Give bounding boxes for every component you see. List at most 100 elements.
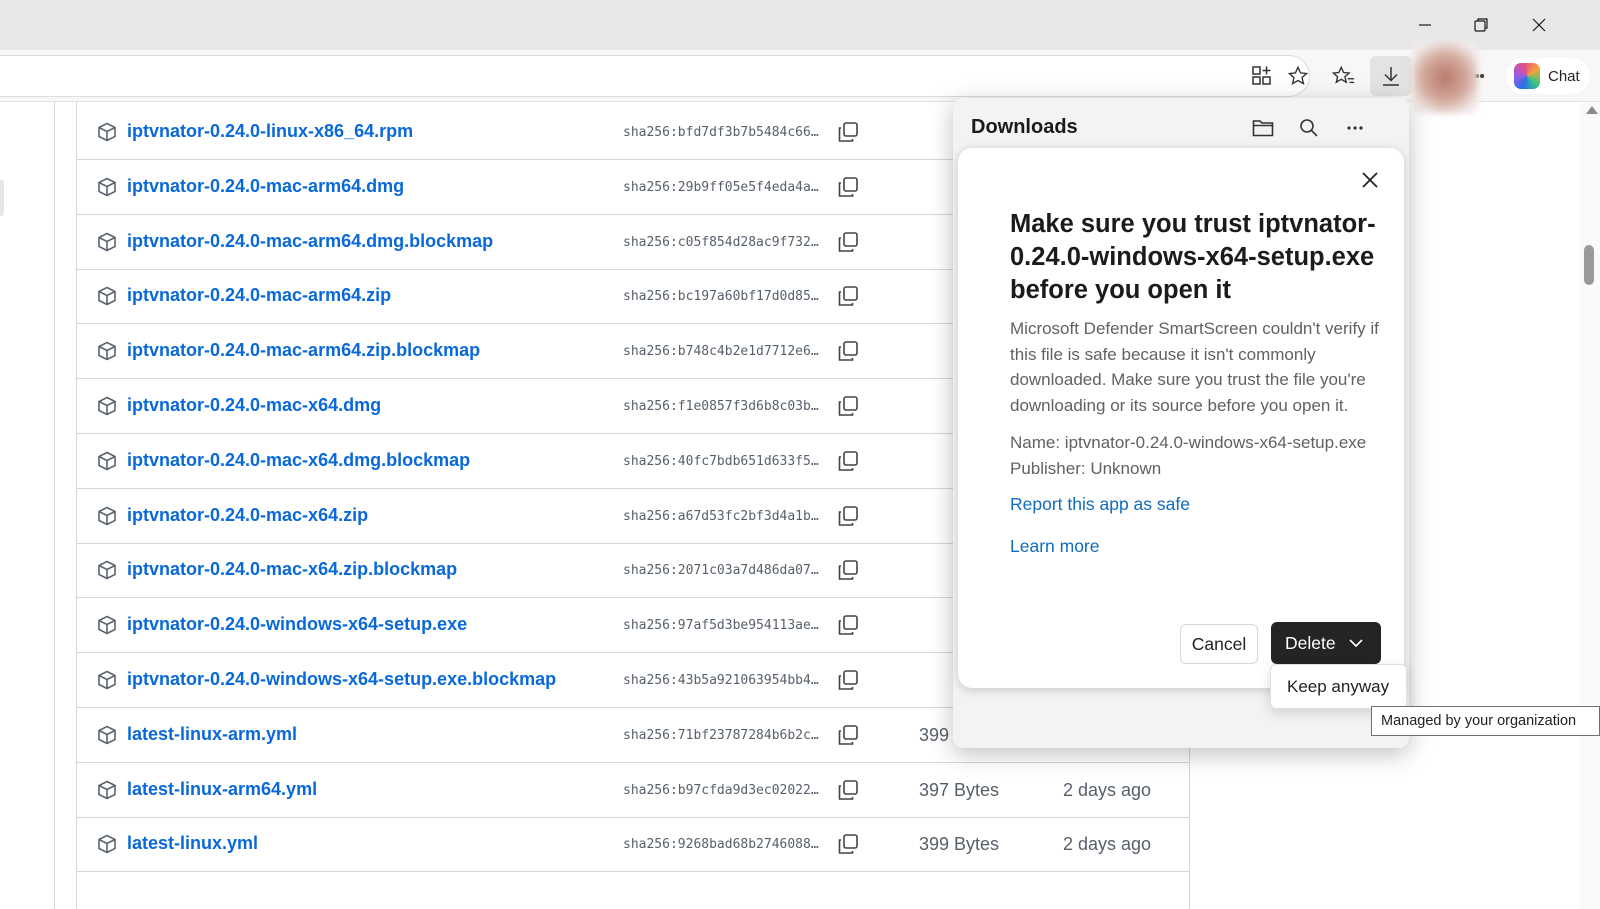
- downloads-more-button[interactable]: [1341, 114, 1369, 142]
- copy-icon[interactable]: [837, 669, 861, 693]
- asset-file-link[interactable]: iptvnator-0.24.0-windows-x64-setup.exe: [127, 614, 467, 635]
- search-icon: [1300, 119, 1318, 137]
- copy-icon[interactable]: [837, 395, 861, 419]
- asset-date: 2 days ago: [1063, 779, 1152, 800]
- sidebar-divider: [54, 102, 55, 909]
- warning-body: Microsoft Defender SmartScreen couldn't …: [1010, 319, 1379, 415]
- asset-hash: sha256:40fc7bdb651d633f5…: [623, 453, 819, 469]
- asset-hash: sha256:c05f854d28ac9f732…: [623, 234, 819, 250]
- asset-hash: sha256:9268bad68b2746088…: [623, 837, 819, 853]
- title-bar: [0, 0, 1600, 50]
- asset-hash: sha256:71bf23787284b6b2c…: [623, 727, 819, 743]
- scroll-up-arrow[interactable]: [1586, 106, 1598, 114]
- asset-file-link[interactable]: iptvnator-0.24.0-mac-arm64.zip.blockmap: [127, 340, 480, 361]
- download-icon: [1383, 67, 1399, 86]
- asset-size: 399 Bytes: [919, 834, 1000, 855]
- asset-file-link[interactable]: iptvnator-0.24.0-mac-x64.dmg: [127, 395, 381, 416]
- smartscreen-warning-card: Make sure you trust iptvnator-0.24.0-win…: [958, 148, 1404, 688]
- package-icon: [97, 122, 117, 142]
- warning-heading: Make sure you trust iptvnator-0.24.0-win…: [1010, 210, 1376, 304]
- search-downloads-button[interactable]: [1295, 114, 1323, 142]
- package-icon: [97, 834, 117, 854]
- keep-anyway-menu-item[interactable]: Keep anyway: [1270, 664, 1407, 709]
- close-icon: [1532, 18, 1546, 32]
- favorites-button[interactable]: [1330, 62, 1358, 90]
- copy-icon[interactable]: [837, 121, 861, 145]
- asset-file-link[interactable]: latest-linux-arm64.yml: [127, 779, 317, 800]
- copy-icon[interactable]: [837, 340, 861, 364]
- asset-file-link[interactable]: iptvnator-0.24.0-windows-x64-setup.exe.b…: [127, 669, 556, 690]
- copilot-chat-button[interactable]: Chat: [1506, 58, 1590, 94]
- downloads-icon-wrap: [1377, 62, 1405, 90]
- copy-icon[interactable]: [837, 833, 861, 857]
- delete-dropdown-button[interactable]: Delete: [1271, 622, 1381, 664]
- dismiss-warning-button[interactable]: [1356, 166, 1384, 194]
- chevron-down-icon: [1349, 639, 1363, 648]
- asset-file-link[interactable]: iptvnator-0.24.0-linux-x86_64.rpm: [127, 121, 413, 142]
- favorites-list-icon: [1332, 65, 1355, 84]
- copy-icon[interactable]: [837, 559, 861, 583]
- address-bar[interactable]: [0, 55, 1310, 97]
- asset-row: latest-linux-arm64.yml sha256:b97cfda9d3e…: [77, 763, 1189, 818]
- copy-icon[interactable]: [837, 505, 861, 529]
- scrollbar-thumb[interactable]: [1584, 245, 1594, 285]
- package-icon: [97, 286, 117, 306]
- asset-file-link[interactable]: iptvnator-0.24.0-mac-x64.dmg.blockmap: [127, 450, 470, 471]
- asset-file-link[interactable]: latest-linux.yml: [127, 833, 258, 854]
- more-icon: [1347, 126, 1363, 130]
- asset-hash: sha256:a67d53fc2bf3d4a1b…: [623, 508, 819, 524]
- delete-label: Delete: [1285, 632, 1336, 653]
- asset-file-link[interactable]: iptvnator-0.24.0-mac-arm64.dmg: [127, 176, 404, 197]
- open-downloads-folder-button[interactable]: [1249, 114, 1277, 142]
- asset-row: latest-linux.yml sha256:9268bad68b2746088…: [77, 817, 1189, 873]
- asset-hash: sha256:b748c4b2e1d7712e6…: [623, 344, 819, 360]
- asset-file-link[interactable]: iptvnator-0.24.0-mac-x64.zip: [127, 505, 368, 526]
- profile-avatar[interactable]: [1412, 42, 1478, 114]
- asset-hash: sha256:43b5a921063954bb4…: [623, 673, 819, 688]
- copy-icon[interactable]: [837, 176, 861, 200]
- restore-icon: [1474, 18, 1488, 32]
- asset-hash: sha256:bc197a60bf17d0d85…: [623, 289, 819, 305]
- package-icon: [97, 451, 117, 471]
- managed-tooltip: Managed by your organization: [1371, 706, 1600, 736]
- package-icon: [97, 341, 117, 361]
- apps-add-icon: [1252, 66, 1271, 85]
- asset-hash: sha256:f1e0857f3d6b8c03b…: [623, 399, 819, 414]
- app-available-button[interactable]: [1248, 62, 1276, 90]
- cancel-button[interactable]: Cancel: [1180, 624, 1258, 664]
- favorite-button[interactable]: [1284, 62, 1312, 90]
- asset-hash: sha256:b97cfda9d3ec02022…: [623, 782, 819, 798]
- copy-icon[interactable]: [837, 779, 861, 803]
- close-icon: [1362, 172, 1378, 188]
- chat-label: Chat: [1548, 67, 1580, 85]
- package-icon: [97, 725, 117, 745]
- publisher-line: Publisher: Unknown: [1010, 458, 1162, 478]
- package-icon: [97, 232, 117, 252]
- package-icon: [97, 670, 117, 690]
- copilot-icon: [1514, 63, 1540, 89]
- asset-size: 397 Bytes: [919, 779, 1000, 800]
- copy-icon[interactable]: [837, 724, 861, 748]
- asset-file-link[interactable]: iptvnator-0.24.0-mac-arm64.zip: [127, 285, 391, 306]
- downloads-title: Downloads: [971, 116, 1078, 138]
- asset-hash: sha256:2071c03a7d486da07…: [623, 563, 819, 579]
- sidebar-edge: [0, 180, 4, 216]
- file-details: Name: iptvnator-0.24.0-windows-x64-setup…: [1010, 430, 1390, 481]
- package-icon: [97, 615, 117, 635]
- asset-file-link[interactable]: latest-linux-arm.yml: [127, 724, 297, 745]
- copy-icon[interactable]: [837, 285, 861, 309]
- copy-icon[interactable]: [837, 231, 861, 255]
- close-window-button[interactable]: [1516, 0, 1562, 50]
- minimize-icon: [1419, 24, 1431, 26]
- learn-more-link[interactable]: Learn more: [1010, 536, 1100, 557]
- report-safe-link[interactable]: Report this app as safe: [1010, 494, 1190, 515]
- asset-hash: sha256:29b9ff05e5f4eda4a…: [623, 179, 819, 195]
- copy-icon[interactable]: [837, 450, 861, 474]
- scrollbar[interactable]: [1580, 102, 1600, 909]
- asset-date: 2 days ago: [1063, 834, 1152, 855]
- copy-icon[interactable]: [837, 614, 861, 638]
- package-icon: [97, 506, 117, 526]
- asset-file-link[interactable]: iptvnator-0.24.0-mac-x64.zip.blockmap: [127, 559, 457, 580]
- asset-file-link[interactable]: iptvnator-0.24.0-mac-arm64.dmg.blockmap: [127, 231, 493, 252]
- asset-hash: sha256:bfd7df3b7b5484c66…: [623, 125, 819, 140]
